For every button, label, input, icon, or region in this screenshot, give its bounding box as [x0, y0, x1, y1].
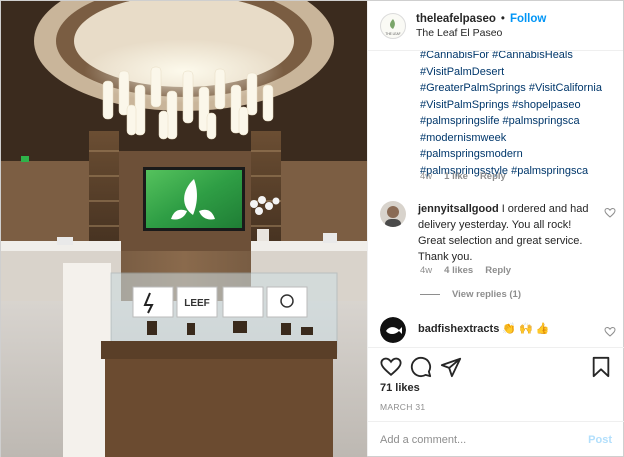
location-link[interactable]: The Leaf El Paseo: [416, 26, 546, 40]
caption-likes[interactable]: 1 like: [444, 171, 468, 182]
hashtag-line[interactable]: #VisitPalmSprings #shopelpaseo: [420, 97, 615, 114]
account-avatar[interactable]: THE LEAF: [380, 12, 406, 39]
comment-body: jennyitsallgood I ordered and had deliver…: [418, 201, 600, 265]
view-replies-button[interactable]: View replies (1): [420, 289, 521, 300]
hashtag-line[interactable]: #GreaterPalmSprings #VisitCalifornia: [420, 80, 615, 97]
logo-text: THE LEAF: [385, 32, 400, 36]
separator-dot: •: [500, 12, 505, 25]
comment-input[interactable]: [380, 434, 589, 446]
display-sign-text: LEEF: [184, 298, 210, 309]
bookmark-icon[interactable]: [590, 356, 612, 378]
comment-username[interactable]: jennyitsallgood: [418, 203, 499, 215]
dispensary-interior-image: LEEF: [1, 1, 367, 457]
post-side-panel: THE LEAF theleafelpaseo • Follow The Lea…: [367, 1, 624, 457]
comment-item: jennyitsallgood I ordered and had deliver…: [380, 201, 616, 265]
caption-reply-button[interactable]: Reply: [480, 171, 506, 182]
comments-list[interactable]: #CannabisFor #CannabisHeals #VisitPalmDe…: [368, 51, 624, 347]
post-button[interactable]: Post: [588, 434, 612, 446]
caption-hashtags: #CannabisFor #CannabisHeals #VisitPalmDe…: [420, 51, 615, 179]
post-photo[interactable]: LEEF: [1, 1, 367, 457]
avatar[interactable]: [380, 317, 406, 343]
comment-likes[interactable]: 4 likes: [444, 265, 473, 276]
share-icon[interactable]: [440, 356, 462, 378]
post-actions: 71 likes MARCH 31 Post: [368, 347, 624, 457]
badfish-logo-icon: [380, 317, 406, 343]
heart-icon[interactable]: [380, 356, 402, 378]
leaf-logo-icon: THE LEAF: [385, 18, 401, 36]
instagram-post: LEEF THE LEAF theleafelpaseo • Follow Th…: [0, 0, 624, 457]
post-header: THE LEAF theleafelpaseo • Follow The Lea…: [368, 1, 623, 51]
action-icon-row: [380, 356, 612, 380]
post-date: MARCH 31: [380, 402, 426, 412]
heart-icon[interactable]: [604, 207, 616, 219]
comment-reply-button[interactable]: Reply: [485, 265, 511, 276]
comment-icon[interactable]: [410, 356, 432, 378]
comment-text: 👏 🙌 👍: [502, 323, 550, 335]
follow-button[interactable]: Follow: [510, 12, 546, 26]
heart-icon[interactable]: [604, 326, 616, 338]
hashtag-line[interactable]: #VisitPalmDesert: [420, 64, 615, 81]
avatar[interactable]: [380, 201, 406, 227]
comment-username[interactable]: badfishextracts: [418, 323, 499, 335]
comment-item: badfishextracts 👏 🙌 👍: [380, 317, 616, 343]
hashtag-line[interactable]: #palmspringsmodern: [420, 146, 615, 163]
comment-age[interactable]: 4w: [420, 265, 432, 276]
caption-meta: 4w 1 like Reply: [420, 171, 506, 182]
view-replies-label: View replies (1): [452, 289, 521, 300]
comment-meta: 4w 4 likes Reply: [420, 265, 511, 276]
hashtag-line[interactable]: #palmspringslife #palmspringsca: [420, 113, 615, 130]
comment-body: badfishextracts 👏 🙌 👍: [418, 317, 600, 343]
user-photo-icon: [380, 201, 406, 227]
hashtag-line[interactable]: #CannabisFor #CannabisHeals: [420, 51, 615, 64]
hashtag-line[interactable]: #modernismweek: [420, 130, 615, 147]
replies-line: [420, 294, 440, 295]
header-username[interactable]: theleafelpaseo: [416, 12, 496, 26]
caption-age[interactable]: 4w: [420, 171, 432, 182]
add-comment-bar: Post: [368, 421, 624, 457]
likes-count[interactable]: 71 likes: [380, 382, 420, 394]
